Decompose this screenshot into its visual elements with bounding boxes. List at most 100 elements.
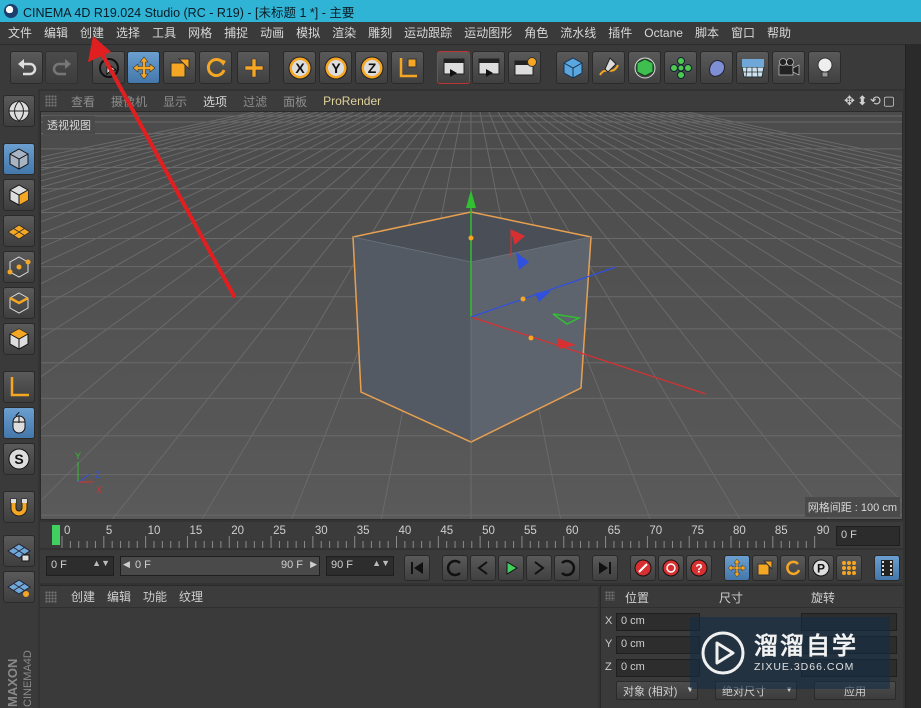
autokeying-button[interactable] [658,555,684,581]
panel-menu-create[interactable]: 创建 [65,588,101,605]
menu-simulate[interactable]: 模拟 [290,22,326,44]
cloner-button[interactable] [664,51,697,84]
timeline-ruler[interactable]: 0 5 10 15 20 25 30 35 40 45 50 55 60 65 70 75 80 85 90 0 F [40,522,903,548]
render-to-picture-viewer-button[interactable] [472,51,505,84]
viewport-menu-options[interactable]: 选项 [195,93,235,110]
menu-window[interactable]: 窗口 [725,22,761,44]
menu-help[interactable]: 帮助 [761,22,797,44]
mouse-icon [12,411,26,434]
cube-object-button[interactable] [556,51,589,84]
viewport-menu-cameras[interactable]: 摄像机 [103,93,155,110]
polygon-mode-button[interactable] [3,323,35,355]
scale-tool-button[interactable] [163,51,196,84]
add-object-button[interactable] [237,51,270,84]
keyframe-selection-button[interactable]: ? [686,555,712,581]
play-forward-button[interactable] [498,555,524,581]
menu-character[interactable]: 角色 [518,22,554,44]
panel-menu-edit[interactable]: 编辑 [101,588,137,605]
record-position-button[interactable] [724,555,750,581]
menu-script[interactable]: 脚本 [689,22,725,44]
next-key-button[interactable] [554,555,580,581]
menu-render[interactable]: 渲染 [326,22,362,44]
start-frame-field[interactable]: 0 F ▲▼ [46,556,114,576]
locked-workplane-button[interactable] [3,535,35,567]
current-frame-value: 0 F [841,529,857,541]
camera-button[interactable] [772,51,805,84]
menu-sculpt[interactable]: 雕刻 [362,22,398,44]
x-axis-lock-button[interactable]: X [283,51,316,84]
menu-select[interactable]: 选择 [110,22,146,44]
viewport-navigation-icons[interactable]: ✥⬍⟲▢ [844,93,897,109]
record-scale-button[interactable] [752,555,778,581]
end-frame-field[interactable]: 90 F ▲▼ [326,556,394,576]
menu-mograph[interactable]: 运动图形 [458,22,518,44]
planar-workplane-button[interactable] [3,571,35,603]
undo-button[interactable] [10,51,43,84]
menu-snap[interactable]: 捕捉 [218,22,254,44]
menu-animate[interactable]: 动画 [254,22,290,44]
panel-menu-function[interactable]: 功能 [137,588,173,605]
timeline-window-button[interactable] [874,555,900,581]
live-select-button[interactable] [92,51,125,84]
position-y-field[interactable]: 0 cm [616,636,700,654]
menu-motion-tracking[interactable]: 运动跟踪 [398,22,458,44]
next-frame-button[interactable] [526,555,552,581]
menu-octane[interactable]: Octane [638,22,689,44]
redo-button[interactable] [45,51,78,84]
make-editable-button[interactable] [3,95,35,127]
position-z-field[interactable]: 0 cm [616,659,700,677]
pen-tool-button[interactable] [592,51,625,84]
menu-tools[interactable]: 工具 [146,22,182,44]
playhead-marker[interactable] [52,525,60,545]
viewport-menu-prorender[interactable]: ProRender [315,94,389,108]
edge-mode-button[interactable] [3,287,35,319]
coordinate-system-button[interactable] [391,51,424,84]
previous-key-button[interactable] [442,555,468,581]
preview-range-slider[interactable]: ◀ 0 F 90 F ▶ [120,556,320,576]
texture-mode-button[interactable] [3,179,35,211]
current-frame-field[interactable]: 0 F [836,526,900,546]
point-mode-button[interactable] [3,251,35,283]
snap-button[interactable] [3,491,35,523]
subdivision-surface-button[interactable] [628,51,661,84]
record-parameter-button[interactable]: P [808,555,834,581]
coordinate-mode-dropdown[interactable]: 对象 (相对) ▼ [616,681,698,700]
go-to-end-button[interactable] [592,555,618,581]
z-axis-lock-button[interactable]: Z [355,51,388,84]
go-to-start-button[interactable] [404,555,430,581]
model-mode-button[interactable] [3,143,35,175]
y-axis-lock-button[interactable]: Y [319,51,352,84]
position-x-field[interactable]: 0 cm [616,613,700,631]
menu-mesh[interactable]: 网格 [182,22,218,44]
menu-file[interactable]: 文件 [6,22,38,44]
deformer-button[interactable] [700,51,733,84]
record-rotation-button[interactable] [780,555,806,581]
light-button[interactable] [808,51,841,84]
previous-frame-button[interactable] [470,555,496,581]
tweak-mode-button[interactable] [3,407,35,439]
panel-grip[interactable] [45,590,57,603]
viewport-menu-filter[interactable]: 过滤 [235,93,275,110]
menu-plugins[interactable]: 插件 [602,22,638,44]
panel-menu-texture[interactable]: 纹理 [173,588,209,605]
panel-grip[interactable] [605,591,615,601]
svg-text:Z: Z [95,470,101,480]
render-settings-button[interactable] [508,51,541,84]
floor-button[interactable] [736,51,769,84]
render-view-button[interactable] [437,51,470,84]
solo-button[interactable]: S [3,443,35,475]
viewport-menu-view[interactable]: 查看 [63,93,103,110]
rotate-tool-button[interactable] [199,51,232,84]
record-point-level-button[interactable] [836,555,862,581]
viewport-menu-panel[interactable]: 面板 [275,93,315,110]
menu-create[interactable]: 创建 [74,22,110,44]
move-tool-button[interactable] [127,51,160,84]
perspective-viewport[interactable]: Y X Z 透视视图 网格间距 : 100 cm [40,111,903,520]
workplane-mode-button[interactable] [3,215,35,247]
menu-pipeline[interactable]: 流水线 [554,22,602,44]
viewport-menu-display[interactable]: 显示 [155,93,195,110]
axis-mode-button[interactable] [3,371,35,403]
record-active-objects-button[interactable] [630,555,656,581]
menu-edit[interactable]: 编辑 [38,22,74,44]
panel-grip[interactable] [45,95,57,107]
